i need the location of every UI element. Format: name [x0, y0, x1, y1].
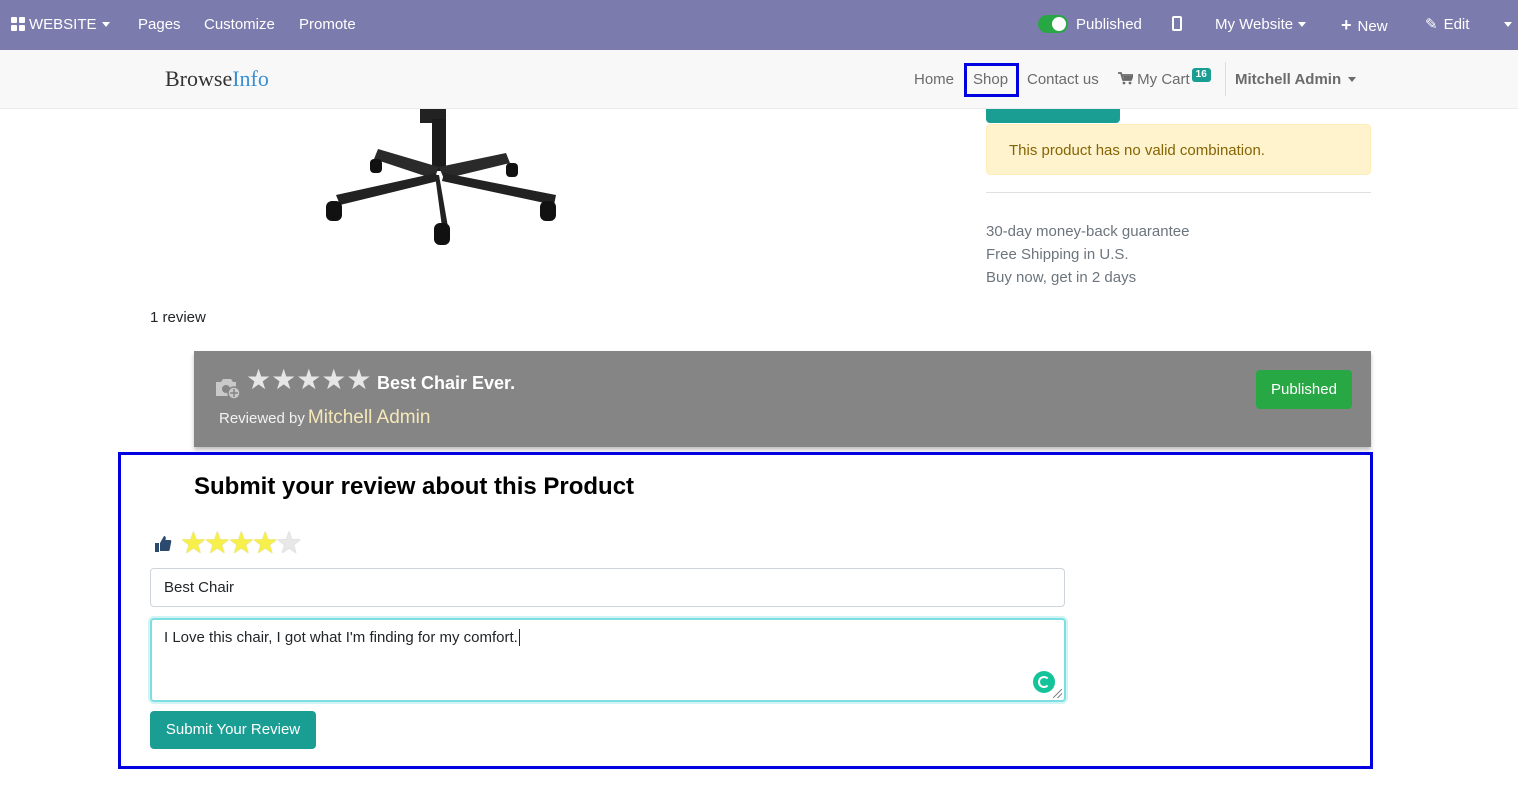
- pages-menu[interactable]: Pages: [138, 0, 181, 50]
- submit-review-button[interactable]: Submit Your Review: [150, 711, 316, 749]
- website-menu[interactable]: WEBSITE: [11, 0, 110, 50]
- reviewed-by-label: Reviewed by: [219, 410, 305, 427]
- review-author: Mitchell Admin: [307, 407, 431, 428]
- nav-contact[interactable]: Contact us: [1027, 50, 1099, 109]
- chevron-down-icon: [1348, 76, 1357, 82]
- feature-shipping: Free Shipping in U.S.: [986, 246, 1129, 263]
- grammarly-icon[interactable]: [1033, 671, 1055, 693]
- chevron-down-icon: [101, 21, 110, 27]
- review-title: Best Chair Ever.: [377, 373, 516, 393]
- promote-menu[interactable]: Promote: [299, 0, 356, 50]
- brand-part-2: Info: [232, 66, 269, 91]
- combination-alert: This product has no valid combination.: [986, 124, 1371, 175]
- thumbs-up-icon: [155, 536, 172, 552]
- rating-star-3[interactable]: ★: [228, 527, 255, 560]
- nav-home[interactable]: Home: [914, 50, 954, 109]
- review-card: ★★★★★ Best Chair Ever. Reviewed by Mitche…: [194, 351, 1371, 447]
- chevron-down-icon: [1504, 21, 1512, 27]
- divider: [986, 192, 1371, 193]
- website-menu-label: WEBSITE: [29, 16, 97, 33]
- review-published-button[interactable]: Published: [1256, 370, 1352, 409]
- mobile-phone-icon: [1172, 16, 1182, 32]
- plus-icon: +: [1341, 15, 1352, 35]
- cart-label: My Cart: [1137, 71, 1190, 88]
- edit-button[interactable]: ✎ Edit: [1425, 0, 1469, 50]
- feature-guarantee: 30-day money-back guarantee: [986, 223, 1190, 240]
- admin-topbar: WEBSITE Pages Customize Promote Publishe…: [0, 0, 1518, 50]
- my-website-menu[interactable]: My Website: [1215, 0, 1307, 50]
- customize-menu[interactable]: Customize: [204, 0, 275, 50]
- chevron-down-icon: [1298, 21, 1307, 27]
- published-toggle[interactable]: Published: [1038, 0, 1142, 50]
- review-count: 1 review: [150, 309, 206, 326]
- review-meta: Reviewed by Mitchell Admin: [219, 407, 430, 429]
- submit-review-heading: Submit your review about this Product: [194, 473, 635, 500]
- camera-add-icon: [216, 379, 241, 400]
- rating-star-2[interactable]: ★: [204, 527, 231, 560]
- cart-icon: [1118, 72, 1135, 85]
- review-stars: ★★★★★: [246, 364, 372, 395]
- user-menu[interactable]: Mitchell Admin: [1235, 50, 1357, 109]
- brand-part-1: Browse: [165, 66, 233, 91]
- text-cursor: [518, 629, 520, 646]
- review-title-input[interactable]: Best Chair: [150, 568, 1065, 607]
- rating-star-1[interactable]: ★: [180, 527, 207, 560]
- review-body-text: I Love this chair, I got what I'm findin…: [164, 629, 518, 646]
- new-button[interactable]: + New: [1341, 0, 1388, 50]
- nav-divider: [1225, 62, 1226, 96]
- product-image: [326, 109, 556, 245]
- toggle-switch-icon: [1038, 14, 1068, 33]
- shop-highlight-box: [964, 63, 1019, 97]
- edit-button-label: Edit: [1443, 16, 1470, 33]
- cart-count-badge: 16: [1191, 68, 1211, 82]
- rating-star-4[interactable]: ★: [252, 527, 279, 560]
- review-body-textarea[interactable]: I Love this chair, I got what I'm findin…: [150, 618, 1066, 702]
- rating-stars[interactable]: ★★★★★: [180, 526, 303, 561]
- nav-cart[interactable]: My Cart 16: [1118, 50, 1211, 109]
- mobile-preview-button[interactable]: [1172, 0, 1182, 50]
- rating-star-5[interactable]: ★: [276, 527, 303, 560]
- new-button-label: New: [1357, 18, 1388, 35]
- add-to-cart-button[interactable]: [986, 109, 1120, 123]
- resize-handle-icon[interactable]: [1053, 689, 1062, 698]
- site-logo[interactable]: BrowseInfo: [165, 66, 269, 92]
- apps-grid-icon: [11, 16, 25, 31]
- published-toggle-label: Published: [1076, 16, 1142, 33]
- edit-dropdown-toggle[interactable]: [1499, 0, 1512, 50]
- site-navbar: BrowseInfo Home Shop Contact us My Cart 1…: [0, 50, 1518, 109]
- my-website-label: My Website: [1215, 16, 1294, 33]
- pencil-icon: ✎: [1425, 16, 1438, 33]
- feature-delivery: Buy now, get in 2 days: [986, 269, 1137, 286]
- user-name: Mitchell Admin: [1235, 71, 1342, 88]
